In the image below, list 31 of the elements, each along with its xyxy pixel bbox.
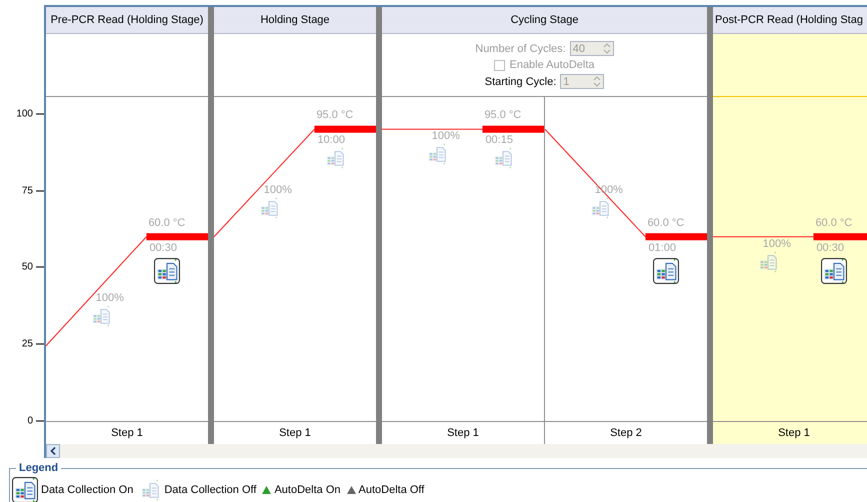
hold-time-label: 00:15 — [485, 134, 513, 146]
stage-header[interactable]: Holding Stage — [214, 7, 376, 34]
temperature-label: 95.0 °C — [484, 109, 522, 122]
legend-label: AutoDelta On — [274, 484, 340, 496]
hold-time-label: 00:30 — [149, 242, 177, 254]
temperature-label: 95.0 °C — [316, 109, 354, 122]
checkbox-label: Enable AutoDelta — [509, 59, 594, 71]
ramp-rate-label: 100% — [432, 130, 460, 142]
temperature-label: 60.0 °C — [148, 216, 186, 229]
stage-header[interactable]: Post-PCR Read (Holding Stag — [713, 7, 867, 34]
temperature-label: 60.0 °C — [815, 216, 852, 229]
field-label: Starting Cycle: — [484, 76, 556, 88]
ramp-rate-label: 100% — [264, 184, 292, 196]
hold-time-label: 01:00 — [648, 242, 676, 254]
axis-tick-label: 25 — [22, 338, 33, 350]
hold-time-label: 00:30 — [816, 242, 844, 254]
axis-tick-label: 75 — [22, 185, 33, 196]
field-label: Number of Cycles: — [475, 42, 566, 54]
axis-tick-label: 100 — [16, 108, 33, 120]
legend-label: AutoDelta Off — [358, 484, 424, 496]
stage-header[interactable]: Pre-PCR Read (Holding Stage) — [46, 7, 208, 34]
legend-label: Data Collection On — [41, 484, 134, 496]
ramp-rate-label: 100% — [96, 292, 124, 304]
legend-label: Data Collection Off — [164, 484, 256, 496]
axis-tick-label: 0 — [27, 416, 33, 426]
legend-title: Legend — [16, 462, 62, 475]
stage-header[interactable]: Cycling Stage — [382, 7, 707, 34]
hold-time-label: 10:00 — [317, 134, 345, 146]
ramp-rate-label: 100% — [762, 238, 791, 250]
temperature-label: 60.0 °C — [647, 216, 684, 229]
axis-tick-label: 50 — [22, 262, 33, 273]
